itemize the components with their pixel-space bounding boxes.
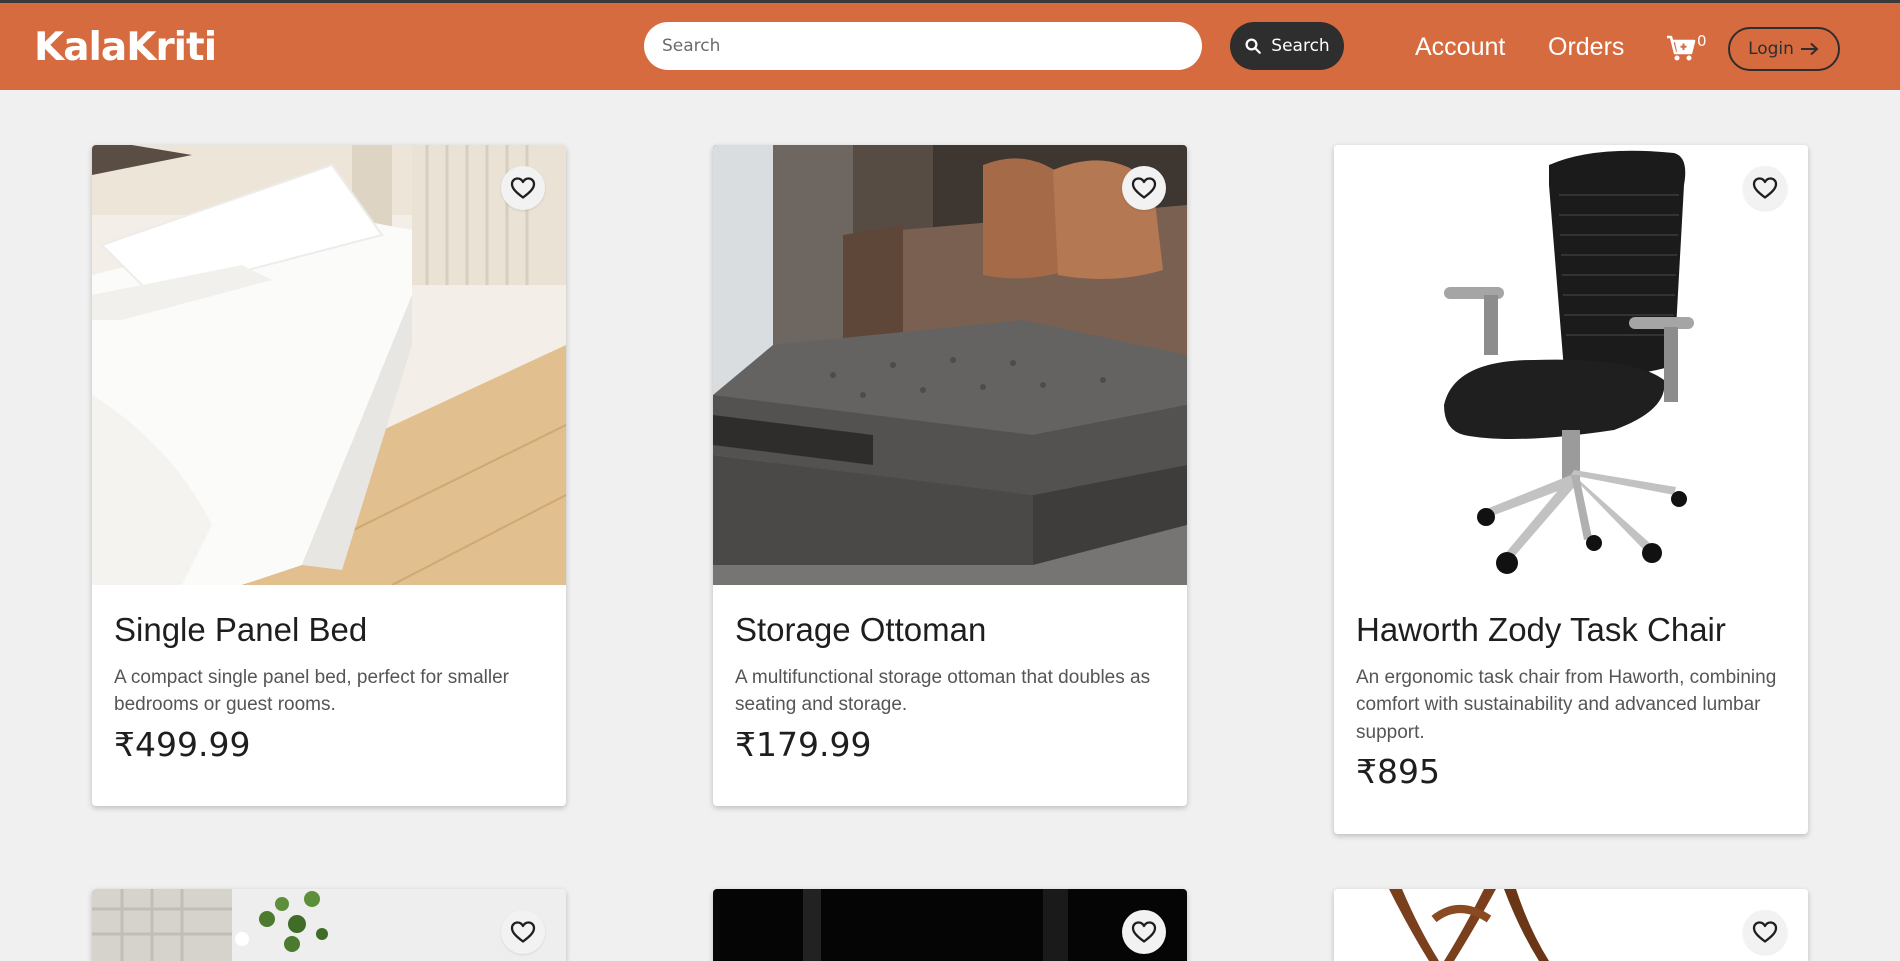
nav-orders-link[interactable]: Orders xyxy=(1548,33,1624,62)
nav-account-link[interactable]: Account xyxy=(1415,33,1505,62)
favorite-button[interactable] xyxy=(1122,910,1166,954)
heart-icon xyxy=(1752,177,1778,199)
product-title[interactable]: Single Panel Bed xyxy=(114,610,544,650)
login-button-label: Login xyxy=(1748,39,1794,59)
product-card-storage-ottoman[interactable]: Storage Ottoman A multifunctional storag… xyxy=(713,145,1187,806)
product-image-wooden-chair[interactable] xyxy=(1334,889,1808,961)
product-price: ₹499.99 xyxy=(114,724,251,764)
product-image-dark[interactable] xyxy=(713,889,1187,961)
heart-icon xyxy=(1752,921,1778,943)
cart-count-badge: 0 xyxy=(1697,32,1707,50)
cart-button[interactable]: 0 xyxy=(1666,32,1707,62)
favorite-button[interactable] xyxy=(1122,166,1166,210)
product-card-row2-1[interactable] xyxy=(92,889,566,961)
product-image-ottoman[interactable] xyxy=(713,145,1187,585)
product-title[interactable]: Storage Ottoman xyxy=(735,610,1165,650)
product-price: ₹179.99 xyxy=(735,724,872,764)
heart-icon xyxy=(1131,177,1157,199)
product-info: Storage Ottoman A multifunctional storag… xyxy=(735,610,1165,764)
product-image-plant[interactable] xyxy=(92,889,566,961)
favorite-button[interactable] xyxy=(501,910,545,954)
favorite-button[interactable] xyxy=(1743,166,1787,210)
product-description: A multifunctional storage ottoman that d… xyxy=(735,666,1151,716)
product-info: Single Panel Bed A compact single panel … xyxy=(114,610,544,764)
product-image-chair[interactable] xyxy=(1334,145,1808,585)
cart-icon xyxy=(1667,35,1696,61)
arrow-right-icon xyxy=(1800,42,1819,56)
heart-icon xyxy=(510,921,536,943)
product-description: A compact single panel bed, perfect for … xyxy=(114,666,509,716)
product-image-bed[interactable] xyxy=(92,145,566,585)
product-card-row2-2[interactable] xyxy=(713,889,1187,961)
favorite-button[interactable] xyxy=(501,166,545,210)
product-card-row2-3[interactable] xyxy=(1334,889,1808,961)
heart-icon xyxy=(510,177,536,199)
navbar: KalaKriti Search Account Orders 0 Login xyxy=(0,0,1900,90)
product-title[interactable]: Haworth Zody Task Chair xyxy=(1356,610,1786,650)
brand-logo[interactable]: KalaKriti xyxy=(34,25,217,70)
search-icon xyxy=(1245,38,1262,54)
favorite-button[interactable] xyxy=(1743,910,1787,954)
product-card-haworth-zody-task-chair[interactable]: Haworth Zody Task Chair An ergonomic tas… xyxy=(1334,145,1808,834)
product-card-single-panel-bed[interactable]: Single Panel Bed A compact single panel … xyxy=(92,145,566,806)
search-button[interactable]: Search xyxy=(1230,22,1344,70)
search-button-label: Search xyxy=(1271,36,1330,56)
product-info: Haworth Zody Task Chair An ergonomic tas… xyxy=(1356,610,1786,791)
heart-icon xyxy=(1131,921,1157,943)
product-price: ₹895 xyxy=(1356,752,1440,792)
product-description: An ergonomic task chair from Haworth, co… xyxy=(1356,666,1777,743)
search-input[interactable] xyxy=(644,22,1202,70)
login-button[interactable]: Login xyxy=(1728,27,1840,71)
